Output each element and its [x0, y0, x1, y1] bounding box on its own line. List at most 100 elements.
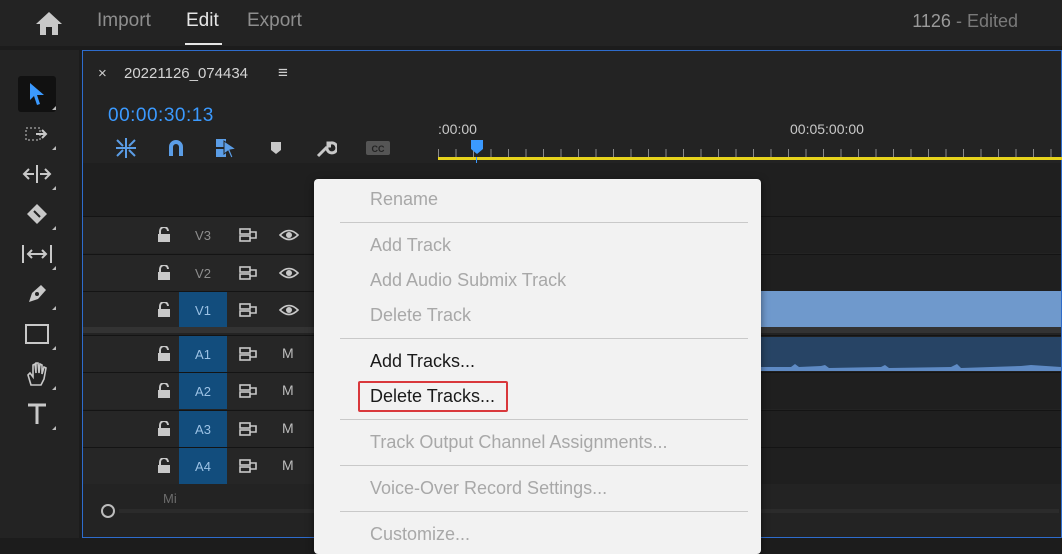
track-select-forward-tool-button[interactable] [18, 116, 56, 152]
rectangle-tool-button[interactable] [18, 316, 56, 352]
pen-tool-button[interactable] [18, 276, 56, 312]
menu-separator [340, 419, 748, 420]
track-header[interactable]: V1 [83, 292, 315, 328]
playhead-handle[interactable] [470, 139, 484, 155]
selection-tool-icon [30, 83, 44, 105]
mute-button[interactable]: M [282, 345, 294, 361]
sync-lock-icon[interactable] [239, 228, 257, 242]
track-header[interactable]: V3 [83, 217, 315, 253]
close-sequence-icon[interactable]: × [98, 65, 107, 82]
mute-button[interactable]: M [282, 457, 294, 473]
track-header[interactable]: V2 [83, 255, 315, 291]
rectangle-icon [25, 324, 49, 344]
ruler-label-start: :00:00 [438, 121, 477, 137]
menu-item-rename[interactable]: Rename [370, 189, 438, 210]
panel-menu-icon[interactable]: ≡ [278, 63, 288, 83]
workspace-header: Import Edit Export 1126 - Edited [0, 0, 1062, 46]
track-name-a4[interactable]: A4 [179, 448, 227, 484]
project-name: 1126 [912, 11, 951, 31]
track-context-menu: Rename Add Track Add Audio Submix Track … [314, 179, 761, 554]
menu-separator [340, 465, 748, 466]
ripple-edit-icon [22, 165, 52, 183]
track-name-v3[interactable]: V3 [179, 217, 227, 253]
track-header[interactable]: A4 M [83, 448, 315, 484]
add-marker-icon [271, 142, 281, 154]
captions-button[interactable]: CC [365, 137, 391, 159]
menu-separator [340, 222, 748, 223]
sync-lock-icon[interactable] [239, 384, 257, 398]
track-name-v2[interactable]: V2 [179, 255, 227, 291]
lock-icon[interactable] [157, 302, 171, 318]
work-area-bar[interactable] [438, 157, 1062, 160]
time-ruler[interactable]: :00:00 00:05:00:00 [438, 111, 1062, 161]
sync-lock-icon[interactable] [239, 266, 257, 280]
sync-lock-icon[interactable] [239, 459, 257, 473]
slip-tool-button[interactable] [18, 236, 56, 272]
track-header[interactable]: A1 M [83, 336, 315, 372]
tab-export[interactable]: Export [247, 10, 302, 32]
add-marker-button[interactable] [263, 137, 289, 159]
menu-separator [340, 511, 748, 512]
menu-item-add-track[interactable]: Add Track [370, 235, 451, 256]
menu-item-add-audio-submix-track[interactable]: Add Audio Submix Track [370, 270, 566, 291]
track-name-a3[interactable]: A3 [179, 411, 227, 447]
track-select-forward-icon [25, 127, 48, 141]
selection-tool-button[interactable] [18, 76, 56, 112]
track-name-a1[interactable]: A1 [179, 336, 227, 372]
hand-tool-button[interactable] [18, 356, 56, 392]
zoom-handle[interactable] [101, 504, 115, 518]
mute-button[interactable]: M [282, 382, 294, 398]
delete-tracks-highlight [358, 381, 508, 412]
sync-lock-icon[interactable] [239, 422, 257, 436]
sync-lock-icon[interactable] [239, 303, 257, 317]
lock-icon[interactable] [157, 383, 171, 399]
razor-tool-button[interactable] [18, 196, 56, 232]
track-name-v1[interactable]: V1 [179, 292, 227, 328]
ruler-ticks [438, 149, 1062, 157]
ruler-label-5min: 00:05:00:00 [790, 121, 864, 137]
lock-icon[interactable] [157, 227, 171, 243]
project-title: 1126 - Edited [912, 11, 1018, 32]
tab-import[interactable]: Import [97, 10, 151, 32]
captions-icon: CC [366, 141, 390, 155]
lock-icon[interactable] [157, 421, 171, 437]
mute-button[interactable]: M [282, 420, 294, 436]
menu-item-track-output-channel-assignments[interactable]: Track Output Channel Assignments... [370, 432, 667, 453]
linked-selection-button[interactable] [213, 137, 239, 159]
menu-item-delete-track[interactable]: Delete Track [370, 305, 471, 326]
type-icon [28, 403, 46, 424]
menu-item-voice-over-record-settings[interactable]: Voice-Over Record Settings... [370, 478, 607, 499]
track-header[interactable]: A2 M [83, 373, 315, 409]
menu-item-customize[interactable]: Customize... [370, 524, 470, 545]
track-header[interactable]: A3 M [83, 411, 315, 447]
lock-icon[interactable] [157, 346, 171, 362]
menu-separator [340, 338, 748, 339]
sync-lock-icon[interactable] [239, 347, 257, 361]
eye-icon[interactable] [279, 304, 299, 316]
lock-icon[interactable] [157, 265, 171, 281]
slip-icon [22, 245, 52, 263]
home-icon[interactable] [34, 9, 64, 37]
menu-item-add-tracks[interactable]: Add Tracks... [370, 351, 475, 372]
tab-edit[interactable]: Edit [186, 10, 219, 32]
lock-icon[interactable] [157, 458, 171, 474]
snap-button[interactable] [163, 137, 189, 159]
active-tab-indicator [185, 43, 222, 45]
eye-icon[interactable] [279, 267, 299, 279]
nest-button[interactable] [113, 137, 139, 159]
playhead-timecode[interactable]: 00:00:30:13 [108, 105, 214, 127]
audio-waveform [761, 364, 1061, 371]
ripple-edit-tool-button[interactable] [18, 156, 56, 192]
type-tool-button[interactable] [18, 396, 56, 432]
svg-text:CC: CC [372, 144, 385, 154]
linked-selection-icon [216, 139, 238, 159]
nest-icon [116, 138, 136, 158]
pen-icon [29, 285, 46, 302]
eye-icon[interactable] [279, 229, 299, 241]
sequence-tab-name[interactable]: 20221126_074434 [124, 65, 248, 82]
track-name-a2[interactable]: A2 [179, 373, 227, 409]
audio-clip[interactable] [761, 337, 1061, 371]
video-clip[interactable] [761, 291, 1061, 327]
razor-icon [27, 204, 47, 224]
timeline-settings-button[interactable] [313, 137, 339, 159]
